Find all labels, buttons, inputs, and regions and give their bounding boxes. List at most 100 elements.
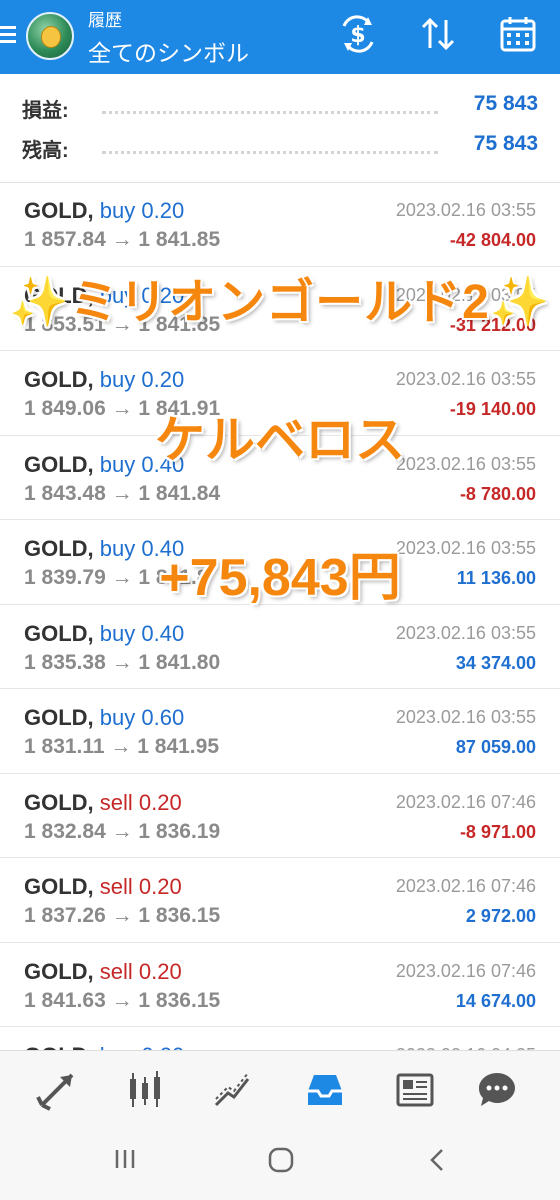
trade-prices: 1 832.84 → 1 836.19: [24, 819, 221, 843]
symbol-name: GOLD,: [24, 958, 94, 984]
trade-row[interactable]: GOLD, sell 0.20 1 841.63 → 1 836.15 2023.0…: [0, 943, 560, 1027]
symbol-name: GOLD,: [24, 198, 94, 223]
trade-type: buy 0.20: [99, 198, 185, 223]
trade-type: sell 0.20: [99, 789, 182, 815]
trade-type: buy 0.20: [99, 282, 185, 308]
symbol-name: GOLD,: [24, 789, 94, 815]
trade-symbol: GOLD, buy 0.40: [24, 452, 184, 478]
news-icon[interactable]: [392, 1067, 438, 1113]
trade-profit: 2 972.00: [465, 906, 536, 926]
quotes-icon[interactable]: [34, 1067, 80, 1113]
trade-type: sell 0.20: [99, 958, 182, 984]
trade-row[interactable]: GOLD, sell 0.20 1 832.84 → 1 836.19 2023.0…: [0, 774, 560, 858]
trade-date: 2023.02.16 07:46: [395, 960, 536, 981]
trade-row[interactable]: GOLD, buy 0.40 1 843.48 → 1 841.84 2023.02…: [0, 436, 560, 520]
trade-row[interactable]: GOLD, buy 0.20 1 853.51 → 1 841.85 2023.02…: [0, 267, 560, 351]
trade-profit: -31 212.00: [449, 314, 536, 335]
symbol-name: GOLD,: [24, 620, 94, 646]
chart-candles-icon[interactable]: [122, 1067, 168, 1113]
account-summary: 損益: 75 843 残高: 75 843: [0, 74, 560, 183]
trade-type: buy 0.40: [99, 620, 185, 646]
trade-row[interactable]: GOLD, buy 0.40 1 835.38 → 1 841.80 2023.02…: [0, 605, 560, 689]
trade-profit: -8 780.00: [459, 483, 536, 504]
trade-date: 2023.02.16 07:46: [395, 876, 536, 896]
svg-text:$: $: [350, 23, 365, 48]
trade-type: buy 0.40: [99, 451, 185, 477]
trade-symbol: GOLD, sell 0.20: [24, 874, 182, 900]
recent-apps-icon[interactable]: [112, 1146, 138, 1179]
trade-date: 2023.02.16 03:55: [395, 200, 536, 220]
trade-prices: 1 857.84 → 1 841.85: [24, 228, 221, 251]
trade-date: 2023.02.16 03:55: [395, 453, 536, 474]
trade-row[interactable]: GOLD, buy 0.20 1 857.84 → 1 841.85 2023.02…: [0, 182, 560, 267]
calendar-icon[interactable]: [498, 14, 538, 54]
trade-date: 2023.02.16 03:55: [395, 284, 536, 305]
symbol-name: GOLD,: [24, 451, 94, 477]
trade-symbol: GOLD, sell 0.20: [24, 790, 182, 816]
dotted-leader: [102, 111, 438, 114]
profit-row: 損益: 75 843: [22, 86, 538, 126]
history-inbox-icon[interactable]: [302, 1067, 348, 1113]
chat-icon[interactable]: [474, 1067, 520, 1113]
trade-prices: 1 843.48 → 1 841.84: [24, 481, 221, 505]
symbol-name: GOLD,: [24, 282, 94, 308]
trade-symbol: GOLD, sell 0.20: [24, 959, 182, 985]
trade-row[interactable]: GOLD, buy 0.40 1 839.79 → 1 841.8 2023.02.…: [0, 520, 560, 605]
trade-symbol: GOLD, buy 0.20: [24, 283, 184, 309]
trade-profit: 34 374.00: [455, 652, 536, 673]
trade-profit: -42 804.00: [449, 230, 536, 250]
trade-date: 2023.02.16 03:55: [395, 707, 536, 727]
bottom-navigation: [0, 1050, 560, 1131]
symbol-name: GOLD,: [24, 705, 94, 730]
trade-prices: 1 841.63 → 1 836.15: [24, 988, 221, 1012]
trade-prices: 1 849.06 → 1 841.91: [24, 397, 221, 420]
trade-symbol: GOLD, buy 0.60: [24, 705, 184, 731]
trade-type: buy 0.60: [99, 705, 185, 730]
trade-date: 2023.02.16 07:46: [395, 791, 536, 812]
home-icon[interactable]: [267, 1146, 295, 1181]
trade-type: buy 0.20: [99, 367, 185, 392]
trade-symbol: GOLD, buy 0.20: [24, 198, 184, 224]
profit-value: 75 843: [473, 92, 538, 115]
balance-label: 残高:: [22, 140, 69, 162]
trade-profit: -19 140.00: [449, 399, 536, 419]
trade-profit: 87 059.00: [455, 737, 536, 757]
system-navigation-bar: [0, 1130, 560, 1200]
profit-label: 損益:: [22, 100, 69, 122]
trade-profit: 11 136.00: [456, 568, 536, 588]
symbol-name: GOLD,: [24, 367, 94, 392]
trade-row[interactable]: GOLD, buy 0.60 1 831.11 → 1 841.95 2023.02…: [0, 689, 560, 774]
trade-type: sell 0.20: [99, 874, 182, 899]
page-title-small: 履歴: [88, 11, 122, 30]
currency-exchange-icon[interactable]: $: [338, 14, 378, 54]
trade-symbol: GOLD, buy 0.40: [24, 621, 184, 647]
trade-prices: 1 837.26 → 1 836.15: [24, 904, 221, 927]
trade-prices: 1 835.38 → 1 841.80: [24, 650, 221, 674]
trade-prices: 1 853.51 → 1 841.85: [24, 312, 221, 336]
trade-history-list: GOLD, buy 0.20 1 857.84 → 1 841.85 2023.02…: [0, 182, 560, 1112]
sort-icon[interactable]: [418, 14, 458, 54]
trade-date: 2023.02.16 03:55: [395, 538, 536, 558]
trade-row[interactable]: GOLD, sell 0.20 1 837.26 → 1 836.15 2023.0…: [0, 858, 560, 943]
trade-prices: 1 831.11 → 1 841.95: [24, 735, 219, 758]
trade-symbol: GOLD, buy 0.40: [24, 536, 184, 562]
balance-row: 残高: 75 843: [22, 126, 538, 166]
trade-type: buy 0.40: [99, 536, 185, 561]
balance-value: 75 843: [473, 132, 538, 155]
page-title[interactable]: 全てのシンボル: [88, 34, 249, 68]
app-header: 履歴 全てのシンボル $: [0, 0, 560, 74]
dotted-leader: [102, 151, 438, 154]
back-icon[interactable]: [426, 1146, 450, 1181]
menu-icon[interactable]: [0, 22, 16, 48]
trade-date: 2023.02.16 03:55: [395, 369, 536, 389]
trade-row[interactable]: GOLD, buy 0.20 1 849.06 → 1 841.91 2023.02…: [0, 351, 560, 436]
symbol-name: GOLD,: [24, 874, 94, 899]
trade-symbol: GOLD, buy 0.20: [24, 367, 184, 393]
trade-date: 2023.02.16 03:55: [395, 622, 536, 643]
trade-prices: 1 839.79 → 1 841.8: [24, 566, 209, 589]
app-logo: [26, 12, 74, 60]
symbol-name: GOLD,: [24, 536, 94, 561]
trade-profit: -8 971.00: [459, 821, 536, 842]
trade-icon[interactable]: [210, 1067, 256, 1113]
trade-profit: 14 674.00: [455, 990, 536, 1011]
